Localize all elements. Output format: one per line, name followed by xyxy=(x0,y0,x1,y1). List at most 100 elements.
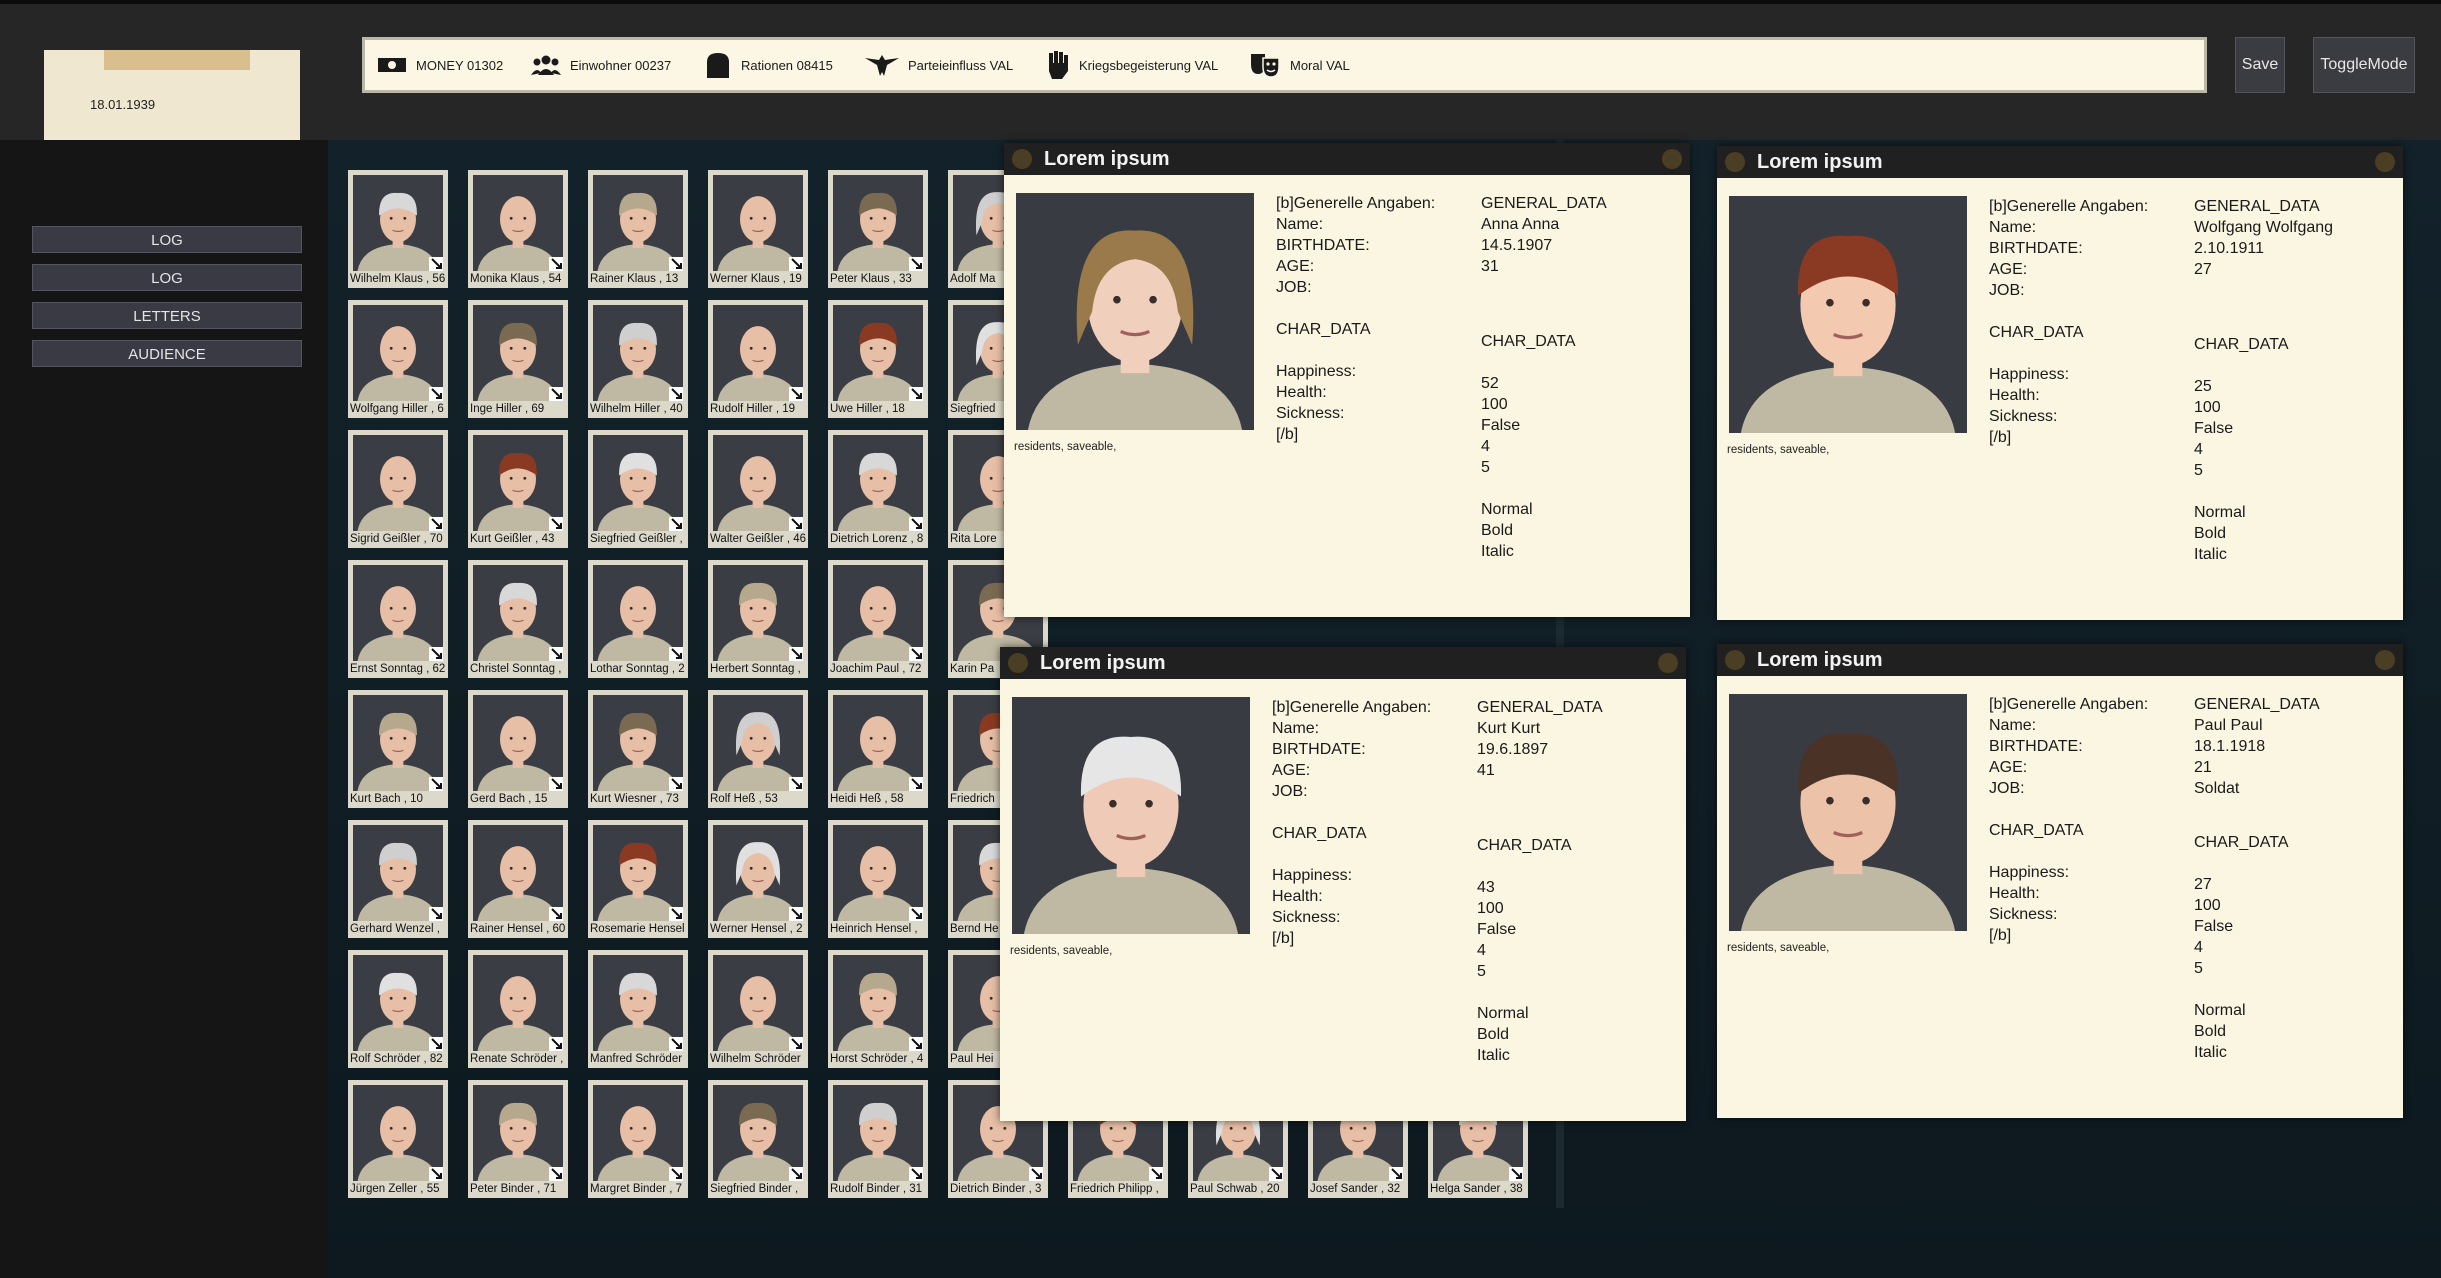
resident-name: Josef Sander , 32 xyxy=(1310,1183,1401,1195)
panel-header[interactable]: Lorem ipsum xyxy=(1717,146,2403,178)
bold-style-label: Bold xyxy=(1481,522,1514,539)
resident-card[interactable]: Kurt Geißler , 43 xyxy=(468,430,568,548)
arrow-icon xyxy=(669,1167,683,1181)
resident-detail-panel[interactable]: Lorem ipsum residents, saveable, [b]Genere… xyxy=(1004,143,1690,617)
health-label: Health: xyxy=(1989,387,2040,404)
resident-card[interactable]: Gerd Bach , 15 xyxy=(468,690,568,808)
resident-name: Rainer Klaus , 13 xyxy=(590,273,679,285)
resident-card[interactable]: Kurt Bach , 10 xyxy=(348,690,448,808)
resident-card[interactable]: Rainer Klaus , 13 xyxy=(588,170,688,288)
sickness-value: False xyxy=(1477,921,1517,938)
resident-card[interactable]: Wilhelm Hiller , 40 xyxy=(588,300,688,418)
resident-card[interactable]: Horst Schröder , 4 xyxy=(828,950,928,1068)
resident-card[interactable]: Sigrid Geißler , 70 xyxy=(348,430,448,548)
arrow-icon xyxy=(549,1037,563,1051)
audience-button[interactable]: AUDIENCE xyxy=(32,340,302,367)
resident-card[interactable]: Peter Klaus , 33 xyxy=(828,170,928,288)
italic-style-label: Italic xyxy=(1481,543,1514,560)
resident-card[interactable]: Wilhelm Klaus , 56 xyxy=(348,170,448,288)
toggle-mode-button[interactable]: ToggleMode xyxy=(2313,37,2415,93)
happiness-label: Happiness: xyxy=(1276,363,1357,380)
resident-card[interactable]: Wolfgang Hiller , 6 xyxy=(348,300,448,418)
resident-card[interactable]: Jürgen Zeller , 55 xyxy=(348,1080,448,1198)
resident-name: Horst Schröder , 4 xyxy=(830,1053,924,1065)
panel-caption: residents, saveable, xyxy=(1727,444,1830,456)
resident-name: Siegfried Binder , xyxy=(710,1183,799,1195)
arrow-icon xyxy=(669,257,683,271)
arrow-icon xyxy=(789,647,803,661)
job-value xyxy=(1481,277,1607,298)
resident-detail-panel[interactable]: Lorem ipsum residents, saveable, [b]Genere… xyxy=(1000,647,1686,1121)
name-label: Name: xyxy=(1276,216,1324,233)
resident-card[interactable]: Joachim Paul , 72 xyxy=(828,560,928,678)
resident-card[interactable]: Renate Schröder , xyxy=(468,950,568,1068)
resident-card[interactable]: Margret Binder , 7 xyxy=(588,1080,688,1198)
resident-card[interactable]: Werner Hensel , 2 xyxy=(708,820,808,938)
resident-card[interactable]: Herbert Sonntag , xyxy=(708,560,808,678)
char-data-label: CHAR_DATA xyxy=(1276,321,1371,338)
panel-header[interactable]: Lorem ipsum xyxy=(1000,647,1686,679)
resident-card[interactable]: Wilhelm Schröder xyxy=(708,950,808,1068)
resident-card[interactable]: Rolf Schröder , 82 xyxy=(348,950,448,1068)
resident-card[interactable]: Lothar Sonntag , 2 xyxy=(588,560,688,678)
arrow-icon xyxy=(429,777,443,791)
resident-card[interactable]: Dietrich Lorenz , 8 xyxy=(828,430,928,548)
resident-card[interactable]: Rosemarie Hensel xyxy=(588,820,688,938)
panel-header[interactable]: Lorem ipsum xyxy=(1717,644,2403,676)
resident-card[interactable]: Rudolf Binder , 31 xyxy=(828,1080,928,1198)
resident-card[interactable]: Gerhard Wenzel , xyxy=(348,820,448,938)
resident-card[interactable]: Siegfried Geißler , xyxy=(588,430,688,548)
resident-card[interactable]: Inge Hiller , 69 xyxy=(468,300,568,418)
health-value: 100 xyxy=(1477,900,1504,917)
arrow-icon xyxy=(909,907,923,921)
emblem-icon xyxy=(1008,653,1028,673)
name-label: Name: xyxy=(1989,717,2037,734)
resource-party-influence: Parteieinfluss VAL xyxy=(865,40,1013,90)
resident-portrait-large xyxy=(1729,694,1967,931)
panel-header[interactable]: Lorem ipsum xyxy=(1004,143,1690,175)
resident-name: Friedrich Philipp , xyxy=(1070,1183,1159,1195)
resource-morale: Moral VAL xyxy=(1249,40,1350,90)
resident-name: Christel Sonntag , xyxy=(470,663,562,675)
resident-card[interactable]: Uwe Hiller , 18 xyxy=(828,300,928,418)
resident-card[interactable]: Ernst Sonntag , 62 xyxy=(348,560,448,678)
birthdate-value: 18.1.1918 xyxy=(2194,738,2266,755)
resident-name: Werner Klaus , 19 xyxy=(710,273,802,285)
arrow-icon xyxy=(909,1037,923,1051)
label-column: [b]Generelle Angaben: Name: BIRTHDATE: AGE:… xyxy=(1272,697,1431,949)
save-button[interactable]: Save xyxy=(2235,37,2285,93)
resident-card[interactable]: Manfred Schröder xyxy=(588,950,688,1068)
value-column: GENERAL_DATA Paul Paul 18.1.1918 21 Soldat CH… xyxy=(2194,694,2320,1063)
people-icon xyxy=(531,55,561,75)
resident-name: Dietrich Lorenz , 8 xyxy=(830,533,924,545)
resource-morale-label: Moral VAL xyxy=(1290,57,1350,73)
panel-caption: residents, saveable, xyxy=(1010,945,1113,957)
resident-card[interactable]: Kurt Wiesner , 73 xyxy=(588,690,688,808)
general-label: [b]Generelle Angaben: xyxy=(1276,195,1436,212)
resident-name: Rudolf Binder , 31 xyxy=(830,1183,923,1195)
resource-population-label: Einwohner 00237 xyxy=(570,57,672,73)
resident-card[interactable]: Werner Klaus , 19 xyxy=(708,170,808,288)
stat-value-5: 5 xyxy=(1477,963,1486,980)
resident-detail-panel[interactable]: Lorem ipsum residents, saveable, [b]Genere… xyxy=(1717,644,2403,1118)
resident-card[interactable]: Peter Binder , 71 xyxy=(468,1080,568,1198)
arrow-icon xyxy=(669,907,683,921)
age-label: AGE: xyxy=(1989,759,2028,776)
resident-detail-panel[interactable]: Lorem ipsum residents, saveable, [b]Genere… xyxy=(1717,146,2403,620)
arrow-icon xyxy=(669,777,683,791)
normal-style-label: Normal xyxy=(1477,1005,1529,1022)
resident-card[interactable]: Rudolf Hiller , 19 xyxy=(708,300,808,418)
resident-card[interactable]: Monika Klaus , 54 xyxy=(468,170,568,288)
resource-war-enthusiasm: Kriegsbegeisterung VAL xyxy=(1046,40,1218,90)
log-button[interactable]: LOG xyxy=(32,226,302,253)
resident-card[interactable]: Heidi Heß , 58 xyxy=(828,690,928,808)
resident-card[interactable]: Rainer Hensel , 60 xyxy=(468,820,568,938)
resident-card[interactable]: Christel Sonntag , xyxy=(468,560,568,678)
sidebar: LOG LOG LETTERS AUDIENCE xyxy=(0,140,328,1278)
resident-card[interactable]: Siegfried Binder , xyxy=(708,1080,808,1198)
letters-button[interactable]: LETTERS xyxy=(32,302,302,329)
log-button-secondary[interactable]: LOG xyxy=(32,264,302,291)
resident-card[interactable]: Heinrich Hensel , xyxy=(828,820,928,938)
resident-card[interactable]: Rolf Heß , 53 xyxy=(708,690,808,808)
resident-card[interactable]: Walter Geißler , 46 xyxy=(708,430,808,548)
